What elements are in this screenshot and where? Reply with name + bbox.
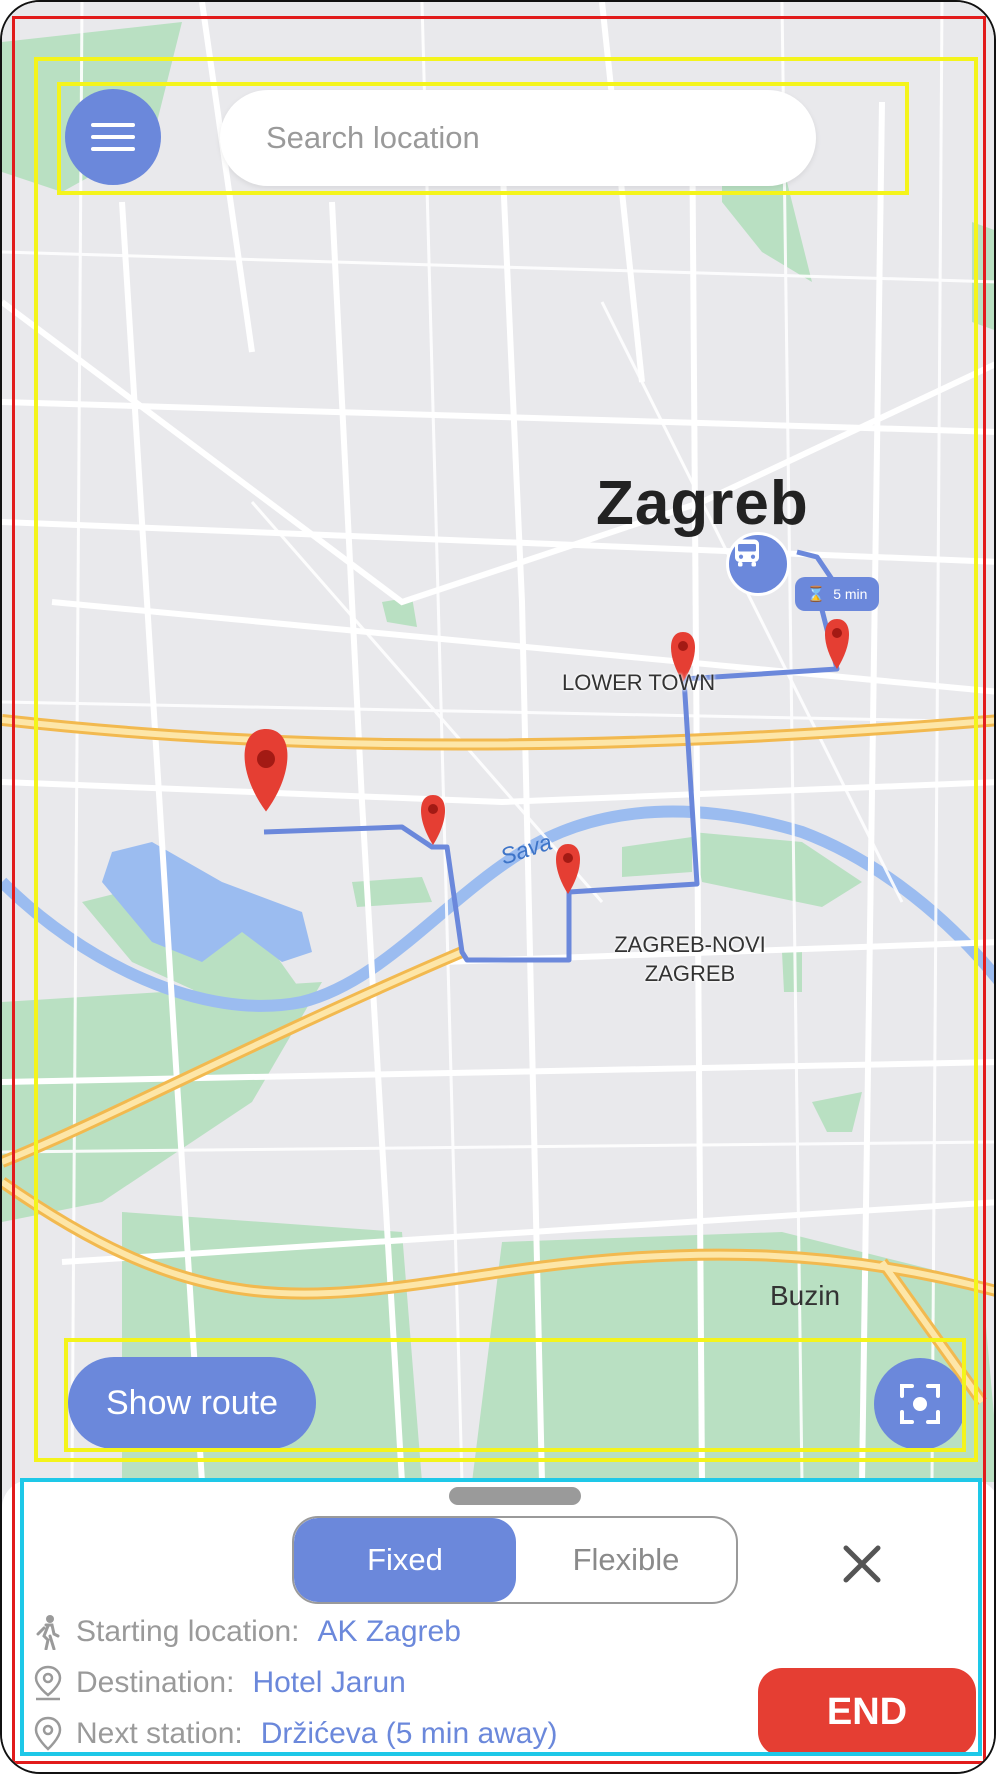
recenter-button[interactable]: [874, 1358, 966, 1450]
town-label-buzin: Buzin: [770, 1280, 841, 1311]
starting-location-label: Starting location:: [76, 1615, 300, 1648]
district-label-lower-town: LOWER TOWN: [562, 670, 716, 695]
show-route-button[interactable]: Show route: [68, 1357, 316, 1449]
hourglass-icon: ⌛: [806, 586, 826, 603]
next-station-row: Next station: Držićeva (5 min away): [32, 1716, 557, 1752]
end-trip-button[interactable]: END: [758, 1668, 976, 1756]
sheet-drag-handle[interactable]: [449, 1487, 581, 1505]
destination-value: Hotel Jarun: [252, 1666, 406, 1699]
eta-text: 5 min: [833, 586, 868, 602]
location-pin-icon: [34, 1665, 62, 1701]
stop-marker: [421, 795, 445, 845]
next-station-label: Next station:: [76, 1717, 243, 1750]
search-bar[interactable]: [220, 90, 816, 186]
district-line-2: ZAGREB: [644, 961, 736, 986]
mode-option-fixed[interactable]: Fixed: [294, 1518, 516, 1602]
hamburger-icon: [91, 115, 135, 159]
map-canvas: [2, 2, 994, 1482]
map-view[interactable]: Zagreb LOWER TOWN ZAGREB-NOVI ZAGREB Buz…: [2, 2, 994, 1482]
close-icon[interactable]: [838, 1540, 886, 1588]
destination-row: Destination: Hotel Jarun: [32, 1665, 406, 1701]
bus-marker[interactable]: [726, 532, 790, 596]
location-pin-icon: [34, 1716, 62, 1751]
bus-icon: [735, 539, 759, 567]
start-marker: [244, 729, 288, 812]
menu-button[interactable]: [65, 89, 161, 185]
city-label: Zagreb: [596, 469, 809, 538]
starting-location-row: Starting location: AK Zagreb: [32, 1614, 461, 1650]
mode-option-flexible[interactable]: Flexible: [516, 1518, 736, 1602]
focus-target-icon: [900, 1384, 940, 1424]
stop-marker: [825, 619, 849, 669]
destination-label: Destination:: [76, 1666, 235, 1699]
search-input[interactable]: [264, 119, 788, 157]
next-station-value: Držićeva (5 min away): [260, 1717, 558, 1750]
district-label-novi-zagreb: ZAGREB-NOVI ZAGREB: [608, 930, 772, 988]
mode-toggle[interactable]: Fixed Flexible: [292, 1516, 738, 1604]
starting-location-value: AK Zagreb: [317, 1615, 461, 1648]
district-line-1: ZAGREB-NOVI: [614, 932, 766, 957]
stop-marker: [556, 844, 580, 894]
phone-frame: Zagreb LOWER TOWN ZAGREB-NOVI ZAGREB Buz…: [0, 0, 996, 1774]
eta-badge: ⌛ 5 min: [795, 577, 879, 611]
walking-person-icon: [36, 1615, 60, 1650]
